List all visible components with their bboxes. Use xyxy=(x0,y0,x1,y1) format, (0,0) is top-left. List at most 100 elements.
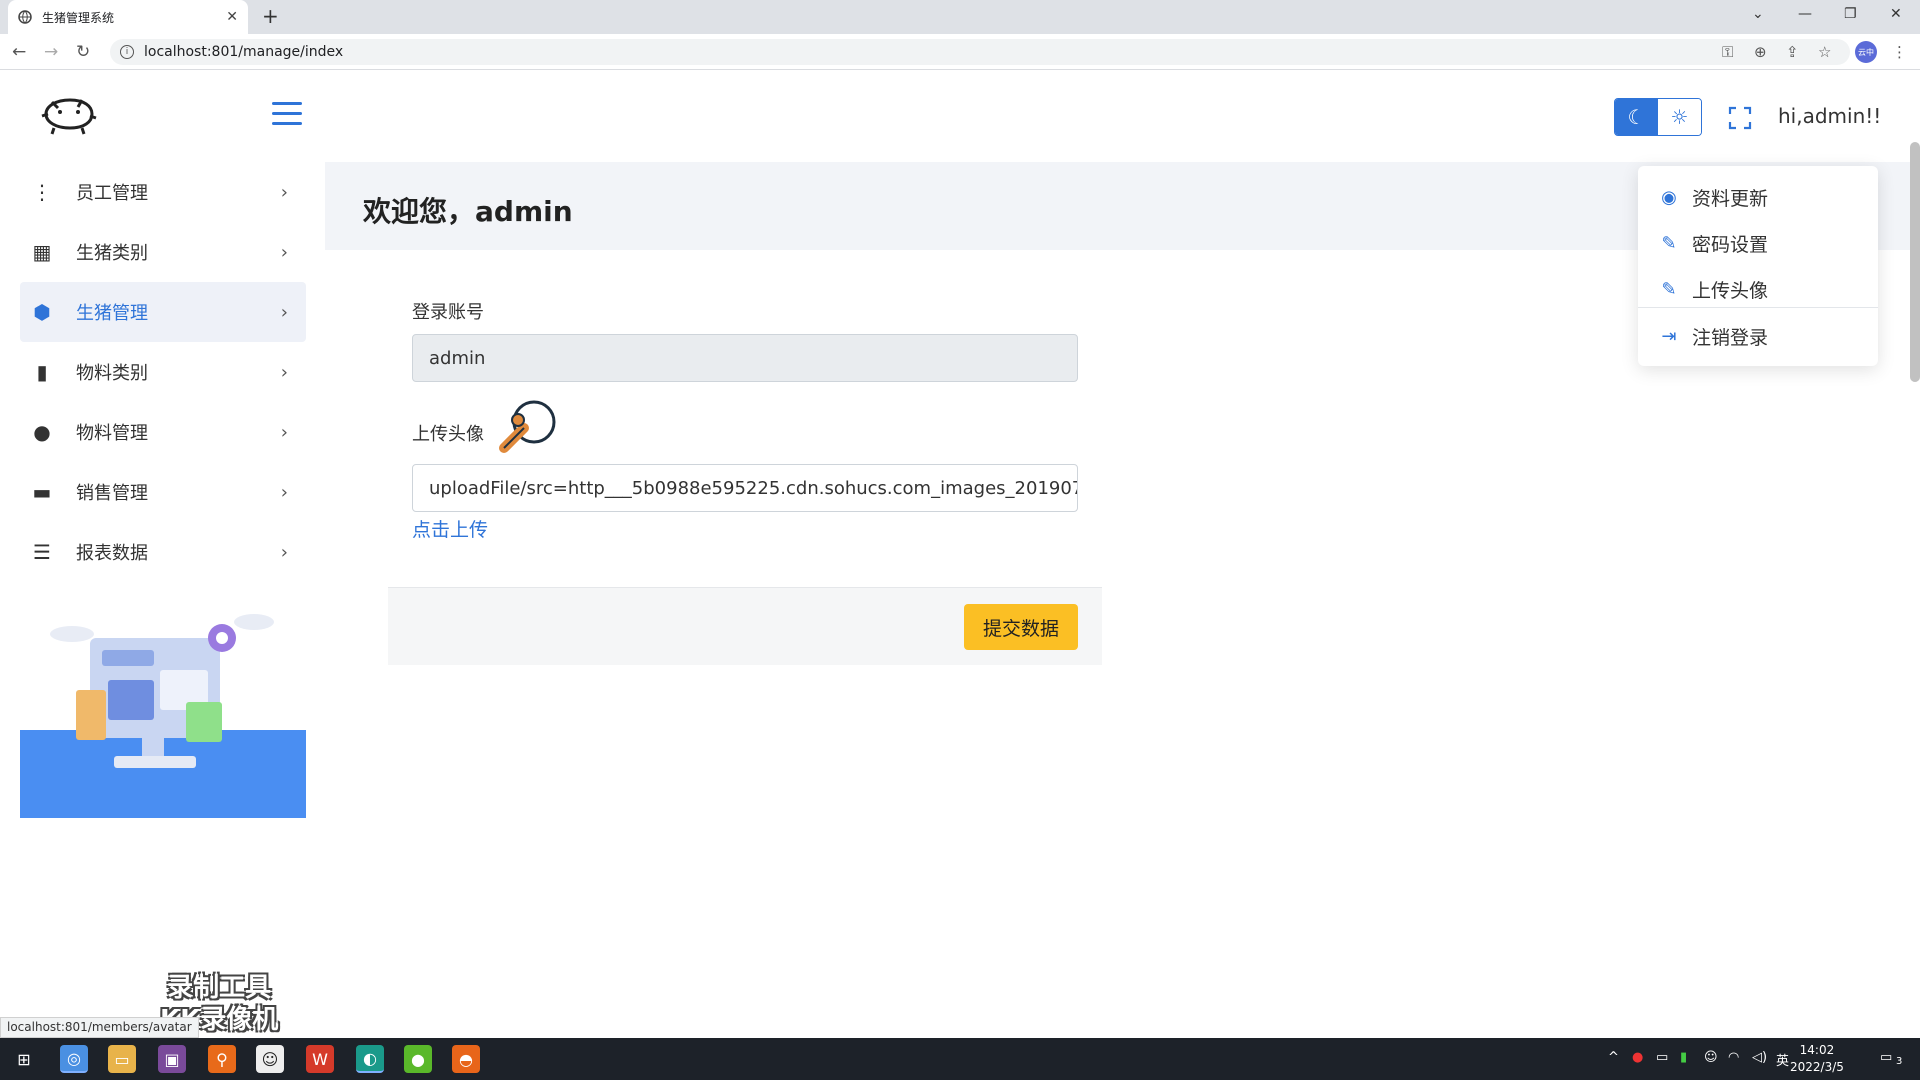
address-toolbar: ← → ↻ i localhost:801/manage/index ⚿ ⊕ ⇪… xyxy=(0,34,1920,70)
sidebar-item-label: 员工管理 xyxy=(76,183,148,204)
upload-link[interactable]: 点击上传 xyxy=(412,515,488,542)
account-label: 登录账号 xyxy=(412,302,484,323)
sidebar-item-label: 销售管理 xyxy=(76,483,148,504)
watermark-line: 录制工具 xyxy=(167,973,272,1003)
edit-icon: ✎ xyxy=(1661,233,1677,254)
sidebar-item-label: 报表数据 xyxy=(76,543,148,564)
qq-icon[interactable]: ☺ xyxy=(256,1045,284,1073)
logout-icon: ⇥ xyxy=(1661,326,1677,347)
tab-close-icon[interactable]: ✕ xyxy=(226,9,238,25)
chevron-right-icon: › xyxy=(280,241,288,263)
browser-tab[interactable]: 生猪管理系统 ✕ xyxy=(8,0,248,34)
sidebar-item-pig-management[interactable]: ⬢ 生猪管理 › xyxy=(20,282,306,342)
reload-icon[interactable]: ↻ xyxy=(76,42,90,62)
sidebar: ⋮ 员工管理 › ▦ 生猪类别 › ⬢ 生猪管理 › ▮ 物料类别 › ● 物料… xyxy=(0,162,325,1038)
dropdown-item-profile[interactable]: ◉ 资料更新 xyxy=(1658,184,1768,211)
link-status-bar: localhost:801/members/avatar xyxy=(0,1017,199,1038)
chrome-icon[interactable]: ◎ xyxy=(60,1045,88,1073)
folder-icon: ▬ xyxy=(32,480,52,504)
sidebar-item-material-management[interactable]: ● 物料管理 › xyxy=(20,402,306,462)
sidebar-item-material-category[interactable]: ▮ 物料类别 › xyxy=(20,342,306,402)
computer-illustration xyxy=(50,614,274,768)
tray-battery-icon[interactable]: ▮ xyxy=(1680,1050,1687,1065)
site-info-icon[interactable]: i xyxy=(120,45,134,59)
dropdown-item-password[interactable]: ✎ 密码设置 xyxy=(1658,230,1768,257)
network-icon[interactable]: ◠ xyxy=(1728,1050,1739,1065)
sidebar-item-label: 生猪类别 xyxy=(76,243,148,264)
avatar-path-field[interactable]: uploadFile/src=http___5b0988e595225.cdn.… xyxy=(412,464,1078,512)
sidebar-illustration xyxy=(20,610,306,818)
submit-button[interactable]: 提交数据 xyxy=(964,604,1078,650)
ime-indicator[interactable]: 英 xyxy=(1776,1050,1789,1069)
ping-pong-avatar-image xyxy=(499,400,556,453)
user-greeting[interactable]: hi,admin!! xyxy=(1778,104,1881,128)
zoom-icon[interactable]: ⊕ xyxy=(1754,43,1767,61)
volume-icon[interactable]: ◁) xyxy=(1752,1050,1767,1065)
windows-start-icon[interactable]: ⊞ xyxy=(10,1045,38,1073)
tab-search-icon[interactable]: ⌄ xyxy=(1752,6,1764,22)
profile-avatar[interactable]: 云中 xyxy=(1855,41,1877,63)
notification-count: 3 xyxy=(1896,1056,1903,1067)
browser-menu-icon[interactable]: ⋮ xyxy=(1892,43,1907,61)
dropdown-item-label: 上传头像 xyxy=(1692,280,1769,302)
moon-icon[interactable]: ☾ xyxy=(1615,99,1658,135)
app-icon[interactable]: ▣ xyxy=(158,1045,186,1073)
app-page: ☾ ☼ hi,admin!! ⋮ 员工管理 › ▦ 生猪类别 › ⬢ 生猪管理 … xyxy=(0,70,1920,1038)
sidebar-item-employee[interactable]: ⋮ 员工管理 › xyxy=(20,162,306,222)
chevron-right-icon: › xyxy=(280,361,288,383)
url-bar[interactable]: i localhost:801/manage/index xyxy=(110,39,1850,65)
dropdown-item-avatar[interactable]: ✎ 上传头像 xyxy=(1658,276,1768,303)
edit-icon: ✎ xyxy=(1661,279,1677,300)
restore-icon[interactable]: ❐ xyxy=(1844,6,1857,22)
dropdown-item-logout[interactable]: ⇥ 注销登录 xyxy=(1658,323,1768,350)
orange-app-icon[interactable]: ◓ xyxy=(452,1045,480,1073)
tray-app-icon[interactable]: ● xyxy=(1632,1050,1643,1065)
minimize-icon[interactable]: — xyxy=(1798,6,1812,22)
new-tab-button[interactable]: + xyxy=(262,4,279,28)
tab-title: 生猪管理系统 xyxy=(42,10,115,25)
clock-time: 14:02 xyxy=(1799,1043,1835,1057)
tray-expand-icon[interactable]: ^ xyxy=(1608,1050,1619,1065)
search-app-icon[interactable]: ⚲ xyxy=(208,1045,236,1073)
url-text: localhost:801/manage/index xyxy=(144,44,344,60)
green-app-icon[interactable]: ● xyxy=(404,1045,432,1073)
circle-icon: ● xyxy=(33,420,51,444)
share-icon[interactable]: ⇪ xyxy=(1786,43,1799,61)
menu-toggle-button[interactable] xyxy=(272,102,302,126)
sidebar-item-label: 物料管理 xyxy=(76,423,148,444)
account-field[interactable]: admin xyxy=(412,334,1078,382)
tray-usb-icon[interactable]: ▭ xyxy=(1656,1050,1668,1065)
box-icon: ⬢ xyxy=(33,300,51,324)
file-explorer-icon[interactable]: ▭ xyxy=(108,1045,136,1073)
recorder-app-icon[interactable]: ◐ xyxy=(356,1045,384,1073)
hamburger-line xyxy=(272,122,302,125)
chevron-right-icon: › xyxy=(280,421,288,443)
notification-icon[interactable]: ▭ xyxy=(1880,1050,1892,1065)
fullscreen-icon[interactable] xyxy=(1728,106,1752,130)
sidebar-item-sales[interactable]: ▬ 销售管理 › xyxy=(20,462,306,522)
sun-icon[interactable]: ☼ xyxy=(1658,99,1701,135)
dropdown-divider xyxy=(1638,307,1878,308)
vertical-dots-icon: ⋮ xyxy=(32,180,52,204)
windows-taskbar: ⊞ ◎ ▭ ▣ ⚲ ☺ W ◐ ● ◓ ^ ● ▭ ▮ ☺ ◠ ◁) 英 14:… xyxy=(0,1038,1920,1080)
sidebar-item-reports[interactable]: ☰ 报表数据 › xyxy=(20,522,306,582)
avatar-label: 上传头像 xyxy=(412,424,484,445)
tray-qq-icon[interactable]: ☺ xyxy=(1704,1050,1718,1065)
theme-toggle[interactable]: ☾ ☼ xyxy=(1614,98,1702,136)
key-icon[interactable]: ⚿ xyxy=(1722,43,1733,61)
hamburger-line xyxy=(272,112,302,115)
sidebar-item-pig-category[interactable]: ▦ 生猪类别 › xyxy=(20,222,306,282)
bookmark-star-icon[interactable]: ☆ xyxy=(1818,43,1831,61)
taskbar-clock[interactable]: 14:02 2022/3/5 xyxy=(1790,1042,1844,1076)
page-title: 欢迎您，admin xyxy=(363,195,573,228)
forward-icon[interactable]: → xyxy=(44,42,58,62)
wps-icon[interactable]: W xyxy=(306,1045,334,1073)
list-icon: ☰ xyxy=(33,540,51,564)
globe-icon xyxy=(18,10,32,24)
sidebar-item-label: 生猪管理 xyxy=(76,303,148,324)
chevron-right-icon: › xyxy=(280,301,288,323)
page-scrollbar[interactable] xyxy=(1910,142,1920,382)
window-close-icon[interactable]: ✕ xyxy=(1890,6,1902,22)
clock-date: 2022/3/5 xyxy=(1790,1060,1844,1074)
back-icon[interactable]: ← xyxy=(12,42,26,62)
